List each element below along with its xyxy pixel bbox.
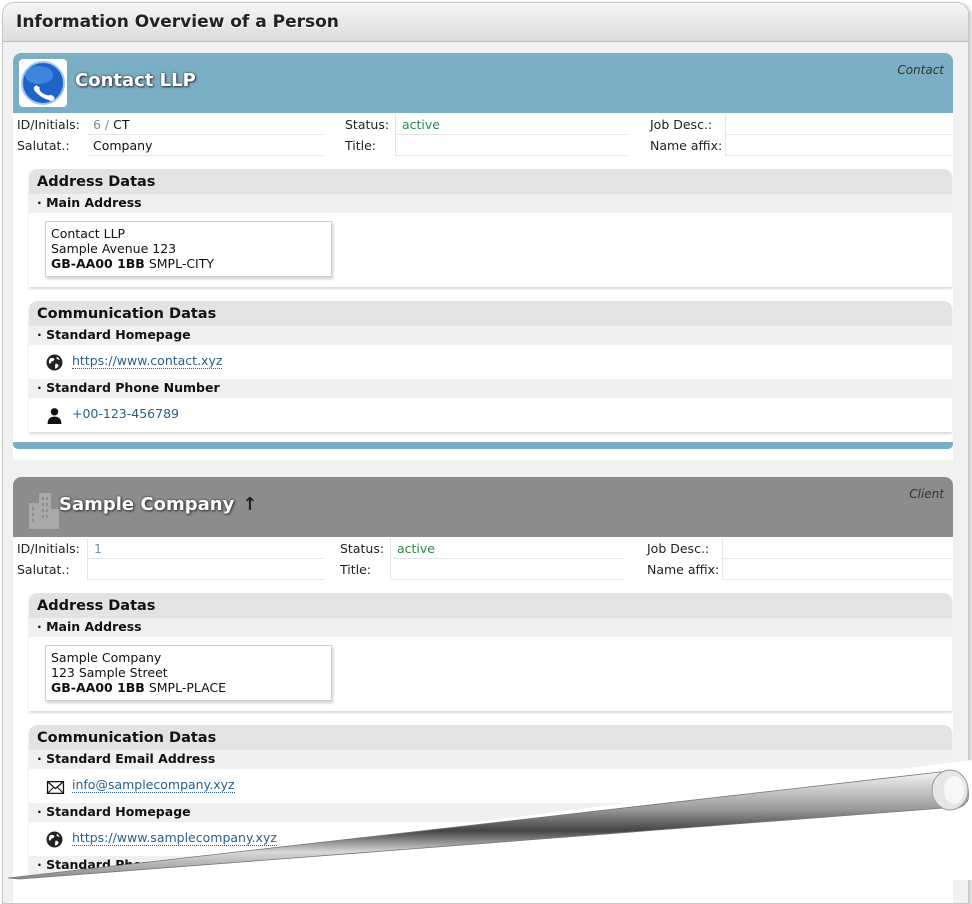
job-desc-label: Job Desc.: xyxy=(647,541,710,556)
client-title-value xyxy=(390,559,625,580)
standard-email-title: · Standard Email Address xyxy=(29,750,952,769)
phone-bubble-icon xyxy=(19,59,67,107)
client-homepage-row: https://www.samplecompany.xyz xyxy=(29,822,952,856)
client-address-section: Address Datas · Main Address Sample Comp… xyxy=(29,593,952,711)
globe-icon xyxy=(46,831,63,848)
contact-salutation-value: Company xyxy=(87,135,323,156)
contact-card-footer xyxy=(13,442,953,449)
client-name: Sample Company ↑ xyxy=(59,494,258,515)
client-email-row: info@samplecompany.xyz xyxy=(29,769,952,803)
contact-fields: ID/Initials: 6 / CT Status: active Job D… xyxy=(13,113,953,157)
window-title: Information Overview of a Person xyxy=(3,3,968,42)
client-address-box: Sample Company 123 Sample Street GB-AA00… xyxy=(45,645,332,701)
info-window: Information Overview of a Person Contact… xyxy=(2,2,969,904)
address-datas-title: Address Datas xyxy=(29,593,952,618)
name-affix-label: Name affix: xyxy=(647,562,720,577)
contact-job-desc-value xyxy=(725,114,952,135)
standard-phone-title: · Standard Phone Number xyxy=(29,379,952,398)
standard-phone-title: · Standard Phone Number xyxy=(29,856,952,875)
standard-homepage-title: · Standard Homepage xyxy=(29,326,952,345)
client-name-affix-value xyxy=(722,559,951,580)
client-card: Sample Company ↑ Client ID/Initials: 1 St… xyxy=(13,477,953,903)
client-job-desc-value xyxy=(722,538,951,559)
name-affix-label: Name affix: xyxy=(650,138,723,153)
contact-homepage-row: https://www.contact.xyz xyxy=(29,345,952,379)
title-label: Title: xyxy=(345,138,376,153)
title-label: Title: xyxy=(340,562,371,577)
contact-header: Contact LLP Contact xyxy=(13,53,953,113)
client-id-value: 1 xyxy=(87,538,324,559)
contact-communication-section: Communication Datas · Standard Homepage … xyxy=(29,301,952,432)
address-datas-title: Address Datas xyxy=(29,169,952,194)
main-address-title: · Main Address xyxy=(29,194,952,213)
id-initials-label: ID/Initials: xyxy=(17,117,80,132)
client-role: Client xyxy=(909,487,944,501)
status-label: Status: xyxy=(345,117,390,132)
contact-homepage-link[interactable]: https://www.contact.xyz xyxy=(72,353,223,369)
id-initials-label: ID/Initials: xyxy=(17,541,80,556)
contact-card: Contact LLP Contact ID/Initials: 6 / CT … xyxy=(13,53,953,460)
client-status-value: active xyxy=(390,538,625,559)
contact-title-value xyxy=(395,135,627,156)
salutation-label: Salutat.: xyxy=(17,138,70,153)
client-email-link[interactable]: info@samplecompany.xyz xyxy=(72,777,235,793)
contact-id-value: 6 / CT xyxy=(87,114,323,135)
globe-icon xyxy=(46,354,63,371)
client-fields: ID/Initials: 1 Status: active Job Desc.:… xyxy=(13,537,953,581)
main-address-title: · Main Address xyxy=(29,618,952,637)
communication-datas-title: Communication Datas xyxy=(29,301,952,326)
contact-phone-row: +00-123-456789 xyxy=(29,398,952,432)
envelope-icon xyxy=(46,781,65,794)
contact-address-section: Address Datas · Main Address Contact LLP… xyxy=(29,169,952,287)
client-communication-section: Communication Datas · Standard Email Add… xyxy=(29,725,952,875)
contact-name: Contact LLP xyxy=(75,70,196,91)
standard-homepage-title: · Standard Homepage xyxy=(29,803,952,822)
client-salutation-value xyxy=(87,559,324,580)
person-icon xyxy=(47,408,62,424)
job-desc-label: Job Desc.: xyxy=(650,117,713,132)
salutation-label: Salutat.: xyxy=(17,562,70,577)
contact-role: Contact xyxy=(897,63,944,77)
client-homepage-link[interactable]: https://www.samplecompany.xyz xyxy=(72,830,277,846)
communication-datas-title: Communication Datas xyxy=(29,725,952,750)
contact-address-box: Contact LLP Sample Avenue 123 GB-AA00 1B… xyxy=(45,221,332,277)
contact-name-affix-value xyxy=(725,135,952,156)
status-label: Status: xyxy=(340,541,385,556)
client-header: Sample Company ↑ Client xyxy=(13,477,953,537)
contact-phone-value[interactable]: +00-123-456789 xyxy=(72,406,179,421)
up-arrow-icon[interactable]: ↑ xyxy=(242,494,257,515)
contact-status-value: active xyxy=(395,114,627,135)
